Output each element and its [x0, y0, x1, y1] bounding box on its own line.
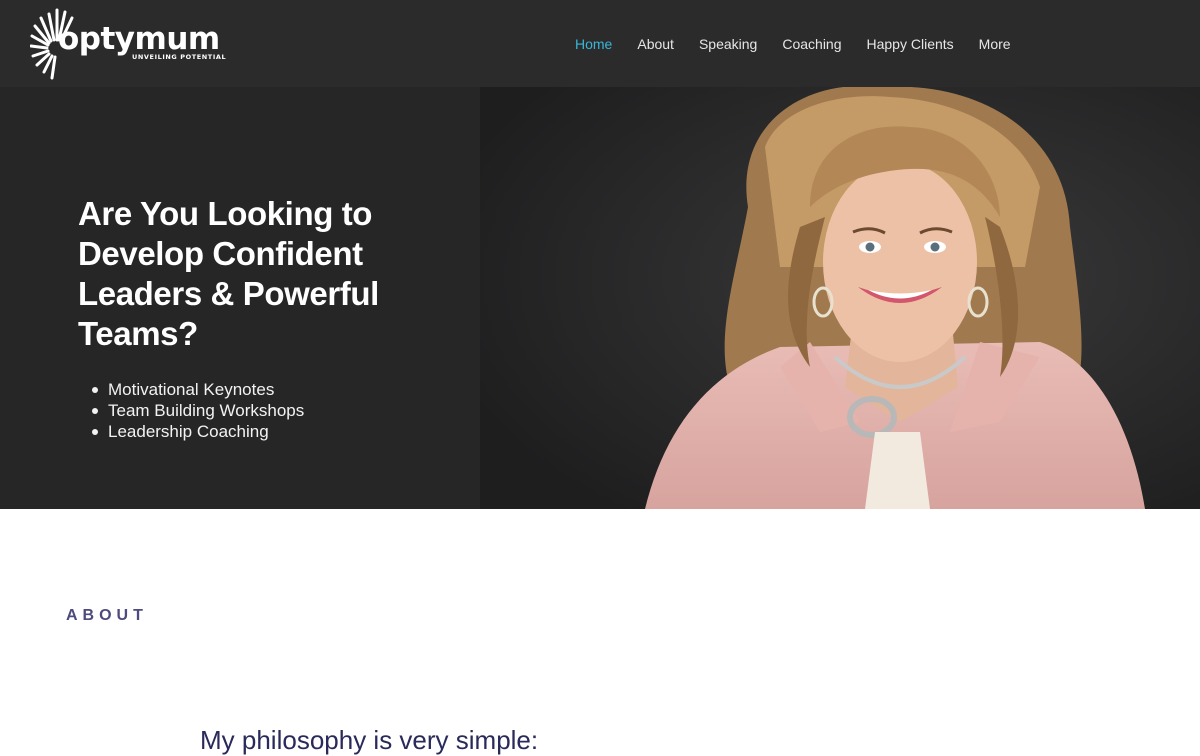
list-item: Motivational Keynotes	[91, 379, 304, 400]
main-nav: Home About Speaking Coaching Happy Clien…	[575, 35, 1036, 53]
list-item: Leadership Coaching	[91, 421, 304, 442]
portrait-photo	[480, 87, 1200, 509]
nav-item-home[interactable]: Home	[575, 35, 612, 53]
site-logo[interactable]: optymum UNVEILING POTENTIAL	[30, 6, 226, 82]
brand-name: optymum	[58, 21, 220, 57]
nav-item-more[interactable]: More	[979, 35, 1011, 53]
nav-item-happy-clients[interactable]: Happy Clients	[867, 35, 954, 53]
philosophy-intro: My philosophy is very simple:	[200, 725, 539, 755]
hero-section: Are You Looking to Develop Confident Lea…	[0, 87, 1200, 509]
nav-item-about[interactable]: About	[637, 35, 674, 53]
nav-item-speaking[interactable]: Speaking	[699, 35, 757, 53]
hero-services-list: Motivational Keynotes Team Building Work…	[91, 379, 305, 442]
list-item: Team Building Workshops	[91, 401, 305, 420]
about-section-label: ABOUT	[66, 607, 148, 624]
site-header: optymum UNVEILING POTENTIAL Home About S…	[0, 0, 1200, 87]
nav-item-coaching[interactable]: Coaching	[782, 35, 841, 53]
brand-tagline: UNVEILING POTENTIAL	[132, 53, 227, 61]
hero-headline: Are You Looking to Develop Confident Lea…	[78, 195, 379, 352]
